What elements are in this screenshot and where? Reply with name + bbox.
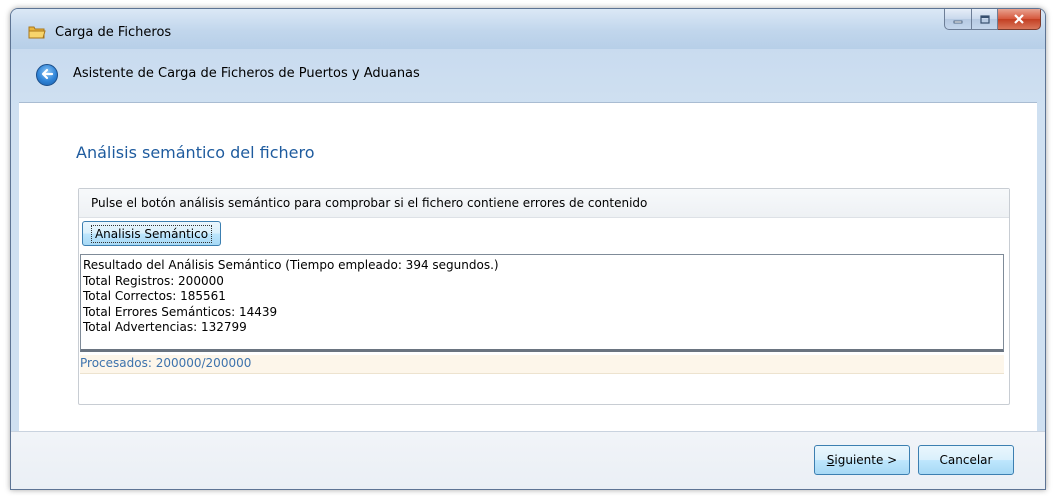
cancel-button[interactable]: Cancelar (918, 445, 1014, 475)
result-line: Total Correctos: 185561 (83, 289, 226, 304)
next-button[interactable]: Siguiente > (814, 445, 910, 475)
analysis-panel: Pulse el botón análisis semántico para c… (78, 188, 1010, 405)
result-line: Total Advertencias: 132799 (83, 320, 247, 335)
back-button[interactable] (36, 64, 58, 86)
maximize-button[interactable] (972, 9, 998, 30)
next-button-label: iguiente > (834, 453, 898, 467)
next-button-mnemonic: S (826, 453, 835, 467)
title-bar[interactable]: Carga de Ficheros (11, 9, 1045, 49)
semantic-analysis-button[interactable]: Analisis Semántico (82, 221, 221, 246)
panel-header: Pulse el botón análisis semántico para c… (79, 189, 1009, 218)
maximize-icon (979, 10, 990, 29)
wizard-nav: Asistente de Carga de Ficheros de Puerto… (11, 49, 1045, 89)
result-line: Total Registros: 200000 (83, 273, 224, 288)
minimize-button[interactable] (944, 9, 972, 30)
result-line: Total Errores Semánticos: 14439 (83, 304, 278, 319)
folder-icon (28, 23, 46, 41)
page-heading: Análisis semántico del fichero (76, 143, 315, 162)
close-icon (1013, 10, 1025, 29)
back-arrow-icon (40, 66, 54, 85)
close-button[interactable] (998, 9, 1041, 30)
caption-buttons (944, 9, 1041, 31)
wizard-title: Asistente de Carga de Ficheros de Puerto… (73, 66, 420, 81)
progress-status: Procesados: 200000/200000 (80, 355, 1004, 374)
semantic-analysis-button-label: Analisis Semántico (90, 224, 213, 243)
wizard-footer: Siguiente > Cancelar (11, 431, 1045, 489)
wizard-content: Análisis semántico del fichero Pulse el … (19, 102, 1037, 431)
result-line: Resultado del Análisis Semántico (Tiempo… (83, 258, 499, 272)
progress-text: Procesados: 200000/200000 (80, 356, 252, 370)
wizard-window: Carga de Ficheros Asistente de Carga de … (10, 8, 1046, 490)
instruction-text: Pulse el botón análisis semántico para c… (91, 196, 648, 210)
window-title: Carga de Ficheros (55, 25, 172, 40)
results-textbox[interactable]: Resultado del Análisis Semántico (Tiempo… (80, 254, 1004, 352)
minimize-icon (953, 10, 963, 29)
